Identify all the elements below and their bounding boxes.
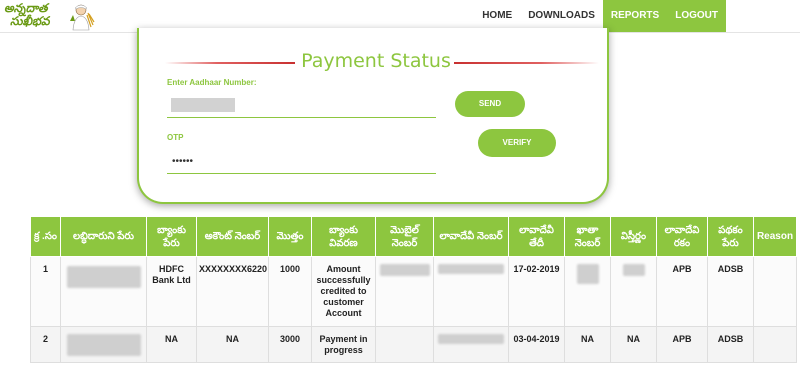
cell-transaction-type: APB: [656, 326, 708, 363]
cell-mobile-empty: [375, 326, 434, 363]
aadhaar-label: Enter Aadhaar Number:: [167, 78, 257, 87]
col-transaction-date: లావాదేవీ తేదీ: [508, 216, 565, 257]
otp-input[interactable]: ••••••: [167, 154, 436, 174]
col-scheme-name: పథకం పేరు: [707, 216, 754, 257]
table-header-row: క్ర .సం లబ్ధిదారుని పేరు బ్యాంకు పేరు అక…: [30, 216, 797, 257]
table-row: 1 HDFC Bank Ltd XXXXXXXX6220 1000 Amount…: [30, 256, 797, 327]
aadhaar-value-redacted: [171, 98, 235, 112]
cell-bank-name: NA: [146, 326, 197, 363]
title-rule-right: [454, 62, 599, 64]
otp-label: OTP: [167, 133, 184, 142]
cell-khata-redacted: [564, 256, 611, 327]
cell-serial: 2: [30, 326, 61, 363]
cell-amount: 1000: [268, 256, 312, 327]
logo-text: అన్నదాత సుఖీభవ: [4, 2, 50, 28]
cell-khata-number: NA: [564, 326, 611, 363]
redacted-area: [622, 264, 645, 276]
cell-beneficiary-redacted: [60, 326, 147, 363]
otp-value: ••••••: [172, 156, 194, 167]
cell-account-number: NA: [196, 326, 269, 363]
cell-beneficiary-redacted: [60, 256, 147, 327]
cell-area-redacted: [610, 256, 657, 327]
cell-transaction-redacted: [433, 326, 509, 363]
cell-amount: 3000: [268, 326, 312, 363]
redacted-name: [66, 334, 141, 356]
redacted-khata: [576, 264, 599, 284]
col-khata-number: ఖాతా నెంబర్: [564, 216, 611, 257]
col-area: విస్తీర్ణం: [610, 216, 657, 257]
cell-bank-description: Payment in progress: [311, 326, 376, 363]
aadhaar-input[interactable]: [167, 98, 436, 118]
col-transaction-type: లావాదేవి రకం: [656, 216, 708, 257]
title-rule-left: [165, 62, 295, 64]
redacted-transaction: [438, 264, 504, 274]
col-transaction-number: లావాదేవీ నెంబర్: [433, 216, 509, 257]
cell-transaction-type: APB: [656, 256, 708, 327]
cell-account-number: XXXXXXXX6220: [196, 256, 269, 327]
nav-logout[interactable]: LOGOUT: [667, 0, 726, 32]
payment-results-table: క్ర .సం లబ్ధిదారుని పేరు బ్యాంకు పేరు అక…: [30, 216, 797, 363]
app-logo[interactable]: అన్నదాత సుఖీభవ: [4, 1, 100, 32]
col-account-number: అకౌంట్ నెంబర్: [196, 216, 269, 257]
cell-scheme-name: ADSB: [707, 256, 754, 327]
farmer-icon: [70, 4, 95, 31]
cell-scheme-name: ADSB: [707, 326, 754, 363]
redacted-transaction: [438, 334, 504, 344]
cell-bank-name: HDFC Bank Ltd: [146, 256, 197, 327]
col-bank-name: బ్యాంకు పేరు: [146, 216, 197, 257]
card-edge-left: [137, 28, 139, 36]
cell-serial: 1: [30, 256, 61, 327]
cell-reason: [753, 256, 797, 327]
cell-transaction-redacted: [433, 256, 509, 327]
col-bank-description: బ్యాంకు వివరణ: [311, 216, 376, 257]
table-row: 2 NA NA 3000 Payment in progress 03-04-2…: [30, 326, 797, 363]
cell-reason: [753, 326, 797, 363]
redacted-mobile: [379, 264, 430, 276]
col-mobile-number: మొబైల్ నెంబర్: [375, 216, 434, 257]
col-reason: Reason: [753, 216, 797, 257]
col-amount: మొత్తం: [268, 216, 312, 257]
col-serial: క్ర .సం: [30, 216, 61, 257]
cell-bank-description: Amount successfully credited to customer…: [311, 256, 376, 327]
col-beneficiary-name: లబ్ధిదారుని పేరు: [60, 216, 147, 257]
cell-transaction-date: 03-04-2019: [508, 326, 565, 363]
nav-reports[interactable]: REPORTS: [602, 0, 668, 32]
verify-button[interactable]: VERIFY: [478, 129, 556, 157]
cell-transaction-date: 17-02-2019: [508, 256, 565, 327]
page-title: Payment Status: [301, 50, 451, 72]
cell-area: NA: [610, 326, 657, 363]
send-button[interactable]: SEND: [455, 91, 525, 117]
cell-mobile-redacted: [375, 256, 434, 327]
redacted-name: [66, 266, 141, 288]
logo-line-2: సుఖీభవ: [10, 14, 50, 28]
card-edge-right: [607, 28, 609, 36]
